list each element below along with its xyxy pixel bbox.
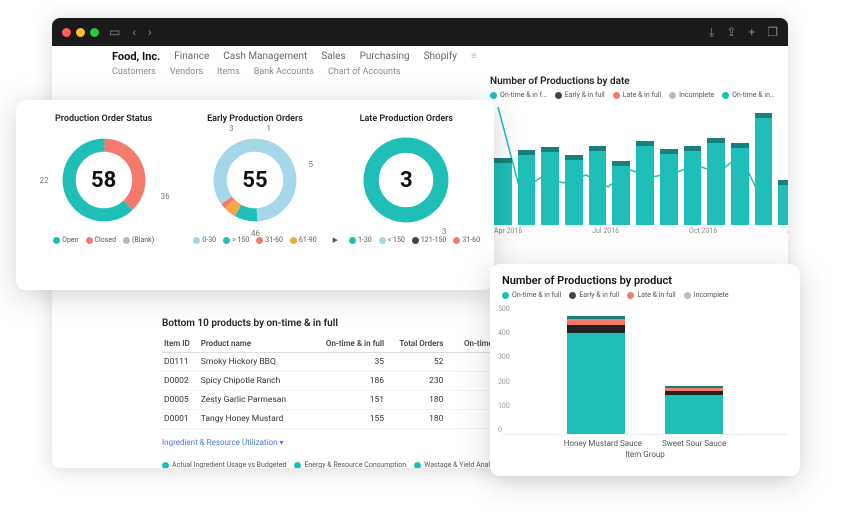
nav-sales[interactable]: Sales xyxy=(321,51,345,62)
bar xyxy=(612,161,630,226)
bar xyxy=(684,146,702,226)
bar xyxy=(589,146,607,226)
copy-icon[interactable]: ❐ xyxy=(767,25,778,40)
bar xyxy=(660,149,678,226)
table-row[interactable]: D0002Spicy Chipotle Ranch18623080.9 % xyxy=(162,372,532,391)
table-title: Bottom 10 products by on-time & in full xyxy=(162,318,532,329)
legend-item[interactable]: 121-150 xyxy=(412,236,447,244)
legend-item[interactable]: On-time & in full xyxy=(502,291,561,299)
donut-value: 55 xyxy=(209,134,301,226)
x-labels: Honey Mustard Sauce Sweet Sour Sauce xyxy=(502,439,788,448)
chart-legend: On-time & in f… Early & in full Late & in … xyxy=(490,91,788,99)
legend-item[interactable]: < 150 xyxy=(379,236,405,244)
ingredient-tab[interactable]: Actual Ingredient Usage vs Budgeted xyxy=(162,461,286,468)
card-productions-by-product: Number of Productions by product On-time… xyxy=(490,264,800,476)
top-nav: Food, Inc. Finance Cash Management Sales… xyxy=(52,46,788,65)
col-header[interactable]: Product name xyxy=(199,335,309,353)
bar xyxy=(731,143,749,226)
ingredient-section: Ingredient & Resource Utilization ▾ Actu… xyxy=(162,438,522,468)
table-row[interactable]: D0001Tangy Honey Mustard15518086.1 % xyxy=(162,410,532,429)
forward-icon[interactable]: › xyxy=(148,25,152,39)
x-axis: Apr 2016 Jul 2016 Oct 2016 Jan 2017 xyxy=(490,225,788,237)
legend-item[interactable]: Early & in full xyxy=(569,291,619,299)
bar xyxy=(565,155,583,226)
close-icon[interactable] xyxy=(62,28,71,37)
bar xyxy=(636,141,654,225)
chart-bars: 5004003002001000 xyxy=(502,305,788,435)
minimize-icon[interactable] xyxy=(76,28,85,37)
card-production-status: Production Order Status 58 22 36 OpenClo… xyxy=(16,100,494,290)
donut-value: 3 xyxy=(360,134,452,226)
table-header-row: Item IDProduct nameOn-time & in fullTota… xyxy=(162,335,532,353)
sidebar-toggle-icon[interactable]: ▭ xyxy=(109,25,120,39)
legend-item[interactable]: 31-60 xyxy=(453,236,480,244)
chart-title: Number of Productions by product xyxy=(502,274,788,287)
nav-shopify[interactable]: Shopify xyxy=(424,51,457,62)
subnav-coa[interactable]: Chart of Accounts xyxy=(328,67,401,77)
legend-item[interactable]: 61-90 xyxy=(290,236,317,244)
bar xyxy=(755,113,773,226)
col-header[interactable]: On-time & in full xyxy=(309,335,386,353)
maximize-icon[interactable] xyxy=(90,28,99,37)
col-header[interactable]: Item ID xyxy=(162,335,199,353)
legend-item[interactable]: > 150 xyxy=(223,236,249,244)
traffic-lights xyxy=(62,28,99,37)
download-icon[interactable]: ⤓ xyxy=(709,25,714,40)
bar xyxy=(518,150,536,225)
x-axis-label: Item Group xyxy=(502,450,788,459)
subnav-bank[interactable]: Bank Accounts xyxy=(254,67,314,77)
ingredient-tab[interactable]: Energy & Resource Consumption xyxy=(294,461,406,468)
play-icon[interactable]: ▶ xyxy=(333,236,338,244)
table-bottom-products: Bottom 10 products by on-time & in full … xyxy=(162,318,532,429)
legend-item[interactable]: On-time & in… xyxy=(722,91,775,99)
donut-early-orders: Early Production Orders 55 3 1 5 46 0-30… xyxy=(179,114,330,244)
titlebar: ▭ ‹ › ⤓ ⇪ + ❐ xyxy=(52,18,788,46)
back-icon[interactable]: ‹ xyxy=(132,25,136,39)
donut-value: 58 xyxy=(58,134,150,226)
chart-productions-by-date: Number of Productions by date On-time & … xyxy=(490,76,788,256)
brand[interactable]: Food, Inc. xyxy=(112,50,160,63)
data-table: Item IDProduct nameOn-time & in fullTota… xyxy=(162,335,532,429)
legend-item[interactable]: Late & in full xyxy=(613,91,661,99)
col-header[interactable]: Total Orders xyxy=(386,335,445,353)
legend-item[interactable]: Open xyxy=(53,236,78,244)
nav-finance[interactable]: Finance xyxy=(174,51,209,62)
bar xyxy=(778,180,788,225)
legend-item[interactable]: Late & in full xyxy=(627,291,675,299)
nav-more-icon[interactable]: ≡ xyxy=(471,51,477,62)
chart-legend: On-time & in full Early & in full Late & i… xyxy=(502,291,788,299)
ingredient-header[interactable]: Ingredient & Resource Utilization ▾ xyxy=(162,438,283,447)
nav-cash[interactable]: Cash Management xyxy=(223,51,307,62)
legend-item[interactable]: 31-60 xyxy=(256,236,283,244)
table-body: D0111Smoky Hickory BBQ355267.3 %D0002Spi… xyxy=(162,353,532,429)
bar xyxy=(541,147,559,225)
subnav-items[interactable]: Items xyxy=(217,67,240,77)
table-row[interactable]: D0111Smoky Hickory BBQ355267.3 % xyxy=(162,353,532,372)
legend-item[interactable]: On-time & in f… xyxy=(490,91,547,99)
add-icon[interactable]: + xyxy=(748,25,755,40)
chart-title: Number of Productions by date xyxy=(490,76,788,87)
legend-item[interactable]: 1-30 xyxy=(349,236,372,244)
legend-item[interactable]: (Blank) xyxy=(123,236,154,244)
bar xyxy=(494,158,512,226)
bar xyxy=(707,138,725,225)
nav-purchasing[interactable]: Purchasing xyxy=(360,51,410,62)
legend-item[interactable]: Incomplete xyxy=(669,91,714,99)
subnav-vendors[interactable]: Vendors xyxy=(170,67,203,77)
legend-item[interactable]: Early & in full xyxy=(555,91,605,99)
chart-bars: 8 0 100% 75% xyxy=(490,105,788,225)
y-axis: 5004003002001000 xyxy=(498,305,510,434)
legend-item[interactable]: Closed xyxy=(86,236,117,244)
legend-item[interactable]: 0-30 xyxy=(193,236,216,244)
donut-late-orders: Late Production Orders 3 3 ▶1-30< 150121… xyxy=(331,114,482,244)
legend-item[interactable]: Incomplete xyxy=(684,291,729,299)
donut-order-status: Production Order Status 58 22 36 OpenClo… xyxy=(28,114,179,244)
subnav-customers[interactable]: Customers xyxy=(112,67,156,77)
share-icon[interactable]: ⇪ xyxy=(726,25,736,40)
table-row[interactable]: D0005Zesty Garlic Parmesan15118083.9 % xyxy=(162,391,532,410)
